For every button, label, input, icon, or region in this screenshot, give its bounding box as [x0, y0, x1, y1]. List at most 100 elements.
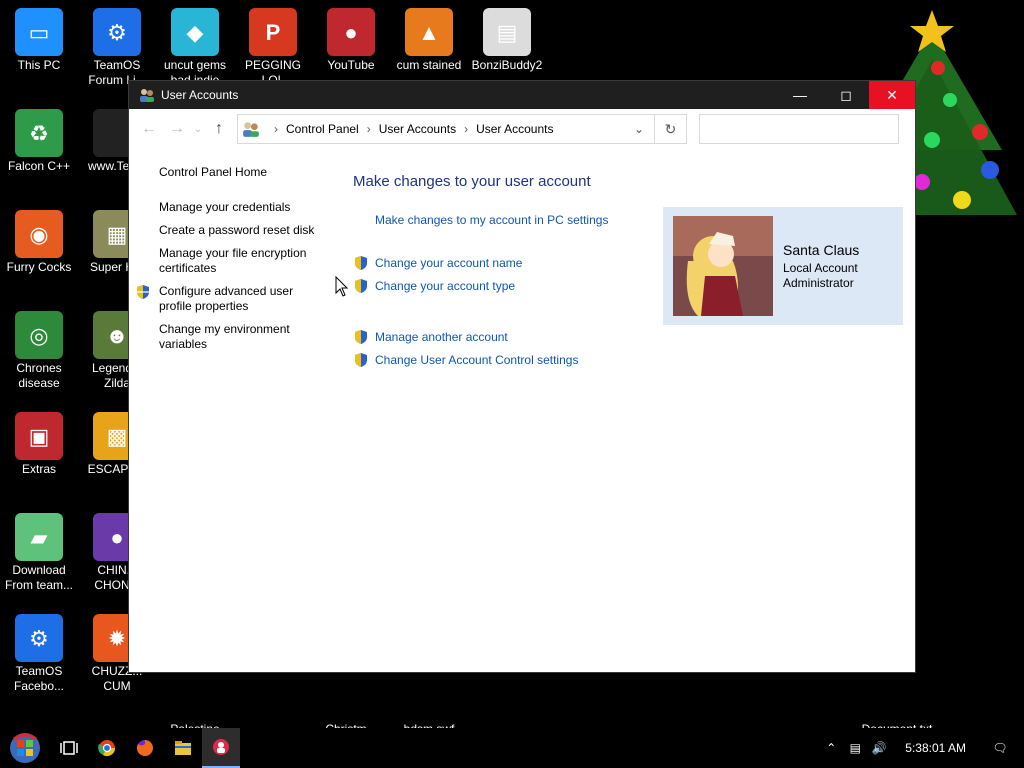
control-panel-home-link[interactable]: Control Panel Home: [159, 165, 319, 180]
desktop-icon[interactable]: ◎ Chrones disease: [0, 311, 78, 391]
desktop: ▭ This PC ⚙TeamOS Forum Li...◆uncut gems b…: [0, 0, 1024, 728]
advanced-profile-properties-label: Configure advanced user profile properti…: [159, 284, 294, 313]
desktop-icon-label: TeamOS Facebo...: [13, 664, 65, 693]
change-account-type-label: Change your account type: [375, 278, 516, 293]
task-view-icon[interactable]: [50, 728, 88, 768]
desktop-icon-label: BonziBuddy2: [471, 58, 543, 72]
manage-another-account-label: Manage another account: [375, 329, 508, 344]
desktop-icon[interactable]: bdsm.swf: [390, 672, 468, 728]
desktop-icon[interactable]: ▣ Extras: [0, 412, 78, 477]
password-reset-disk-link[interactable]: Create a password reset disk: [159, 223, 319, 238]
desktop-icon-image: ●: [327, 8, 375, 56]
desktop-icon-image: ▲: [405, 8, 453, 56]
change-account-type-link[interactable]: Change your account type: [353, 274, 643, 297]
desktop-icon[interactable]: Palestine: [156, 672, 234, 728]
breadcrumb-separator-icon: ›: [464, 122, 469, 136]
desktop-icon-image: [405, 672, 453, 720]
account-role: Administrator: [783, 275, 854, 290]
desktop-icon-image: ◎: [15, 311, 63, 359]
desktop-icon[interactable]: ⚙ TeamOS Forum Li...: [78, 8, 156, 88]
window-title: User Accounts: [161, 88, 239, 102]
desktop-icon[interactable]: Christm...: [312, 672, 390, 728]
search-input[interactable]: [699, 114, 899, 144]
windows-start-icon: [10, 733, 40, 763]
desktop-icon-label: Chrones disease: [16, 361, 62, 390]
account-info: Santa Claus Local Account Administrator: [783, 242, 859, 291]
change-account-name-link[interactable]: Change your account name: [353, 251, 643, 274]
desktop-icon[interactable]: ◉ Furry Cocks: [0, 210, 78, 275]
uac-shield-icon: [355, 255, 367, 270]
account-type: Local Account: [783, 260, 858, 275]
uac-settings-link[interactable]: Change User Account Control settings: [353, 348, 643, 371]
desktop-icon-image: [327, 672, 375, 720]
desktop-icon[interactable]: ▰ Download From team...: [0, 513, 78, 593]
up-arrow-icon[interactable]: ↑: [205, 115, 233, 143]
breadcrumb-control-panel[interactable]: Control Panel: [286, 122, 359, 136]
account-name: Santa Claus: [783, 241, 860, 258]
manage-another-account-link[interactable]: Manage another account: [353, 325, 643, 348]
desktop-icon-image: ◉: [15, 210, 63, 258]
uac-settings-label: Change User Account Control settings: [375, 352, 579, 367]
desktop-icon-label: This PC: [17, 58, 61, 72]
show-hidden-icons-chevron-icon[interactable]: ⌃: [819, 741, 843, 755]
desktop-icon-image: [171, 672, 219, 720]
title-bar[interactable]: User Accounts — ◻ ✕: [129, 81, 915, 109]
desktop-icon[interactable]: ◆uncut gems bad indie: [156, 8, 234, 88]
forward-arrow-icon[interactable]: →: [163, 115, 191, 143]
desktop-icon-image: ⚙: [93, 8, 141, 56]
desktop-icon-image: ▰: [15, 513, 63, 561]
volume-icon[interactable]: 🔊: [867, 741, 891, 755]
desktop-icon-label: Falcon C++: [7, 159, 71, 173]
desktop-icon[interactable]: ▭ This PC: [0, 8, 78, 73]
firefox-icon[interactable]: [126, 728, 164, 768]
user-accounts-taskbar-button[interactable]: [202, 728, 240, 768]
desktop-icon[interactable]: PPEGGING LOL: [234, 8, 312, 88]
avatar: [673, 216, 773, 316]
uac-shield-icon: [355, 352, 367, 367]
file-explorer-icon[interactable]: [164, 728, 202, 768]
address-bar[interactable]: › Control Panel › User Accounts › User A…: [237, 114, 655, 144]
close-button[interactable]: ✕: [869, 81, 915, 109]
environment-variables-link[interactable]: Change my environment variables: [159, 322, 319, 352]
desktop-icon-image: P: [249, 8, 297, 56]
desktop-icon-label: cum stained: [396, 58, 462, 72]
desktop-icon[interactable]: ▤ BonziBuddy2: [468, 8, 546, 73]
user-accounts-window: User Accounts — ◻ ✕ ← → ⌄ ↑ › Control Pa…: [128, 80, 916, 673]
uac-shield-icon: [137, 285, 149, 299]
pc-settings-link[interactable]: Make changes to my account in PC setting…: [353, 208, 643, 231]
maximize-button[interactable]: ◻: [823, 81, 869, 109]
breadcrumb-user-accounts-current[interactable]: User Accounts: [476, 122, 553, 136]
refresh-icon[interactable]: ↻: [655, 114, 687, 144]
address-dropdown-chevron-icon[interactable]: ⌄: [624, 122, 654, 136]
mouse-cursor-icon: [335, 276, 349, 297]
desktop-icon-image: [873, 672, 921, 720]
manage-credentials-link[interactable]: Manage your credentials: [159, 200, 319, 215]
start-button[interactable]: [0, 728, 50, 768]
chrome-icon[interactable]: [88, 728, 126, 768]
desktop-icon-label: Download From team...: [4, 563, 73, 592]
change-account-name-label: Change your account name: [375, 255, 523, 270]
desktop-icon-label: Furry Cocks: [6, 260, 72, 274]
breadcrumb-user-accounts[interactable]: User Accounts: [379, 122, 456, 136]
network-icon[interactable]: ▤: [843, 741, 867, 755]
clock[interactable]: 5:38:01 AM: [905, 741, 966, 755]
uac-shield-icon: [355, 329, 367, 344]
minimize-button[interactable]: —: [777, 81, 823, 109]
desktop-icon[interactable]: ● YouTube: [312, 8, 390, 73]
desktop-icon[interactable]: ⚙ TeamOS Facebo...: [0, 614, 78, 694]
desktop-icon[interactable]: Document.txt: [858, 672, 936, 728]
desktop-icon-label: YouTube: [327, 58, 375, 72]
action-center-icon[interactable]: 🗨: [988, 741, 1012, 755]
desktop-icon-image: ♻: [15, 109, 63, 157]
desktop-icon[interactable]: ▲ cum stained: [390, 8, 468, 73]
desktop-icon-image: ▤: [483, 8, 531, 56]
desktop-icon[interactable]: ♻ Falcon C++: [0, 109, 78, 174]
desktop-icon-image: ▣: [15, 412, 63, 460]
desktop-icon-image: ⚙: [15, 614, 63, 662]
file-encryption-certificates-link[interactable]: Manage your file encryption certificates: [159, 246, 319, 276]
account-panel: Santa Claus Local Account Administrator: [663, 207, 903, 325]
advanced-profile-properties-link[interactable]: Configure advanced user profile properti…: [137, 284, 319, 314]
navigation-bar: ← → ⌄ ↑ › Control Panel › User Accounts …: [129, 109, 915, 149]
recent-locations-chevron-icon[interactable]: ⌄: [191, 115, 205, 143]
back-arrow-icon[interactable]: ←: [135, 115, 163, 143]
